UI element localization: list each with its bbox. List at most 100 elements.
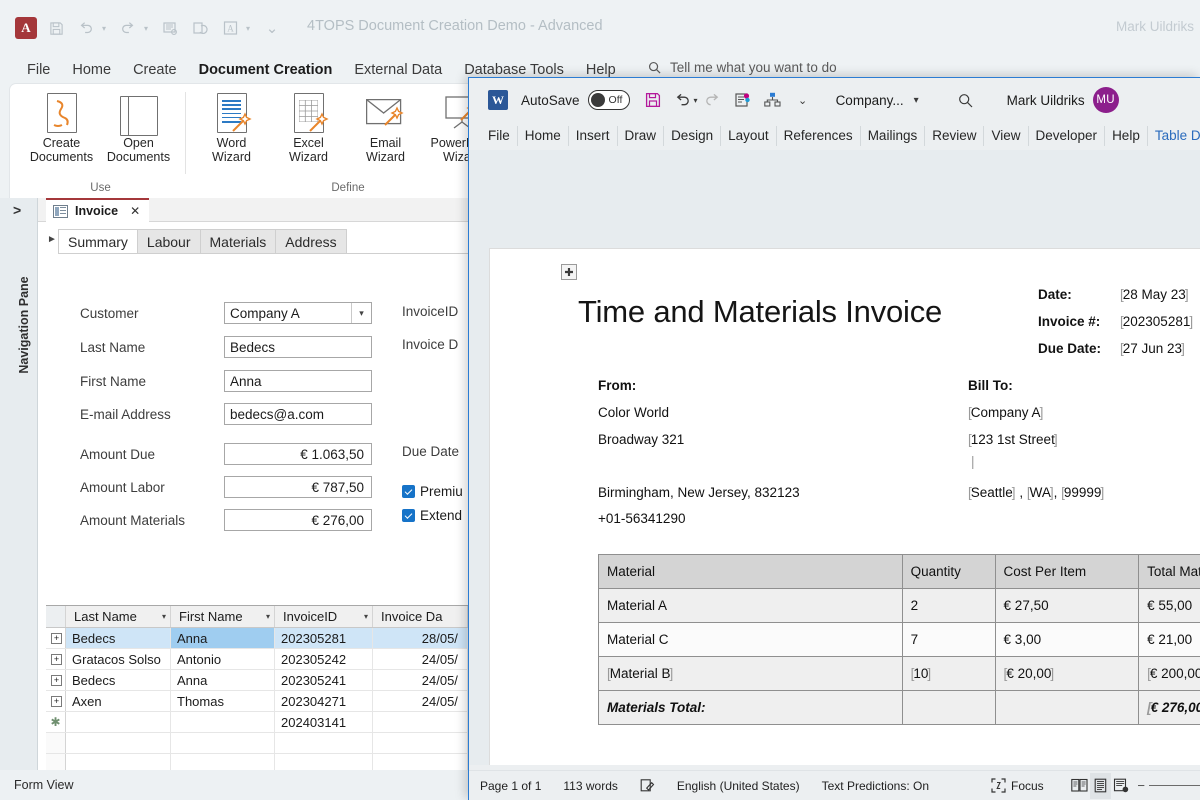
word-docname-dropdown-icon[interactable]: ▾ [914,95,919,106]
cell-invoiceid[interactable]: 202305241 [275,670,373,690]
read-mode-button[interactable] [1069,773,1090,799]
word-tab-table-de[interactable]: Table De [1148,126,1200,146]
word-tab-insert[interactable]: Insert [569,126,618,146]
new-record-row-indicator[interactable]: ✱ [46,712,66,732]
column-header-invoiceid[interactable]: InvoiceID ▾ [275,606,373,627]
refresh-all-icon[interactable] [186,14,214,42]
cell-quantity[interactable]: 2 [901,588,996,623]
cell-material[interactable]: Material C [598,622,903,657]
zoom-track[interactable] [1149,784,1200,787]
chevron-down-icon[interactable]: ▾ [351,303,371,323]
extended-checkbox[interactable] [402,509,415,522]
word-tab-references[interactable]: References [777,126,861,146]
customer-combobox[interactable]: Company A ▾ [224,302,372,324]
access-tab-file[interactable]: File [16,60,61,80]
cell-last-name[interactable]: Gratacos Solso [66,649,171,669]
sub-tab-labour[interactable]: Labour [136,229,201,254]
cell-cost[interactable]: € 3,00 [994,622,1140,657]
amount-labor-input[interactable]: € 787,50 [224,476,372,498]
cell-first-name[interactable]: Antonio [171,649,275,669]
sub-tab-materials[interactable]: Materials [199,229,277,254]
cell-invoice-date[interactable]: 24/05/ [373,649,468,669]
cell-cost[interactable]: € 20,00 [994,656,1140,691]
amount-due-input[interactable]: € 1.063,50 [224,443,372,465]
email-input[interactable]: bedecs@a.com [224,403,372,425]
word-page[interactable]: ✚ Time and Materials Invoice Date: 28 Ma… [489,248,1200,765]
datasheet-select-all[interactable] [46,606,66,627]
cell-material[interactable]: Material A [598,588,903,623]
zoom-out-icon[interactable]: − [1137,778,1145,793]
premium-checkbox[interactable] [402,485,415,498]
word-search-icon[interactable] [951,85,981,115]
zoom-slider[interactable]: − [1137,778,1200,793]
cell-last-name[interactable] [66,712,171,732]
word-account-name[interactable]: Mark Uildriks [1007,93,1085,108]
cell-last-name[interactable]: Bedecs [66,628,171,648]
cell-total[interactable]: € 200,00 [1138,656,1200,691]
sub-tab-address[interactable]: Address [275,229,347,254]
form-tab-invoice[interactable]: Invoice ✕ [46,198,150,222]
undo-icon[interactable] [72,14,100,42]
open-documents-button[interactable]: Open Documents [101,90,176,164]
word-tab-view[interactable]: View [984,126,1029,146]
web-layout-button[interactable] [1111,773,1132,799]
undo-dropdown-icon[interactable]: ▾ [102,24,112,33]
chevron-down-icon[interactable]: ▾ [364,612,368,621]
materials-row[interactable]: Material A 2 € 27,50 € 55,00 [598,588,1200,623]
autosave-toggle[interactable]: Off [587,90,630,110]
table-move-handle-icon[interactable]: ✚ [561,264,577,280]
row-expand-cell[interactable]: + [46,649,66,669]
redo-icon[interactable] [114,14,142,42]
word-tab-design[interactable]: Design [664,126,722,146]
avatar[interactable]: MU [1092,87,1119,113]
expand-subdatasheet-icon[interactable]: + [51,653,62,665]
extended-checkbox-row[interactable]: Extend [402,508,462,523]
word-document-name[interactable]: Company... [836,93,904,108]
column-header-last-name[interactable]: Last Name ▾ [66,606,171,627]
cell-first-name[interactable]: Anna [171,670,275,690]
expand-subdatasheet-icon[interactable]: + [51,632,62,644]
materials-table[interactable]: Material Quantity Cost Per Item Total Ma… [598,554,1200,725]
row-expand-cell[interactable]: + [46,691,66,711]
cell-invoiceid[interactable]: 202305242 [275,649,373,669]
column-header-first-name[interactable]: First Name ▾ [171,606,275,627]
access-tab-home[interactable]: Home [61,60,122,80]
focus-button[interactable]: Focus [980,778,1055,793]
redo-dropdown-icon[interactable]: ▾ [144,24,154,33]
word-tab-help[interactable]: Help [1105,126,1148,146]
word-hierarchy-icon[interactable] [758,85,788,115]
email-wizard-button[interactable]: Email Wizard [348,90,423,164]
word-tab-home[interactable]: Home [518,126,569,146]
language-indicator[interactable]: English (United States) [666,779,811,793]
cell-invoice-date[interactable]: 28/05/ [373,628,468,648]
cell-total[interactable]: € 21,00 [1138,622,1200,657]
create-documents-button[interactable]: Create Documents [24,90,99,164]
navigation-pane-expand-icon[interactable]: > [13,202,21,218]
row-expand-cell[interactable]: + [46,628,66,648]
print-preview-icon[interactable] [156,14,184,42]
chevron-down-icon[interactable]: ▾ [266,612,270,621]
access-tab-create[interactable]: Create [122,60,188,80]
cell-invoice-date[interactable]: 24/05/ [373,670,468,690]
cell-invoice-date[interactable] [373,712,468,732]
record-selector-icon[interactable]: ► [47,234,57,245]
materials-row[interactable]: Material B 10 € 20,00 € 200,00 [598,656,1200,691]
access-tab-document-creation[interactable]: Document Creation [188,60,344,85]
column-header-invoice-date[interactable]: Invoice Da [373,606,468,627]
amount-materials-input[interactable]: € 276,00 [224,509,372,531]
cell-invoiceid[interactable]: 202305281 [275,628,373,648]
spelling-dropdown-icon[interactable]: ▾ [246,24,256,33]
word-tab-mailings[interactable]: Mailings [861,126,926,146]
word-tab-developer[interactable]: Developer [1029,126,1106,146]
word-save-icon[interactable] [638,85,668,115]
cell-total[interactable]: € 55,00 [1138,588,1200,623]
cell-first-name[interactable]: Anna [171,628,275,648]
expand-subdatasheet-icon[interactable]: + [51,674,62,686]
row-expand-cell[interactable]: + [46,670,66,690]
proofing-icon[interactable] [629,778,666,793]
page-indicator[interactable]: Page 1 of 1 [469,779,552,793]
access-tab-external-data[interactable]: External Data [343,60,453,80]
sub-tab-summary[interactable]: Summary [58,229,138,254]
customize-qat-icon[interactable]: ⌄ [258,14,286,42]
word-tab-review[interactable]: Review [925,126,985,146]
